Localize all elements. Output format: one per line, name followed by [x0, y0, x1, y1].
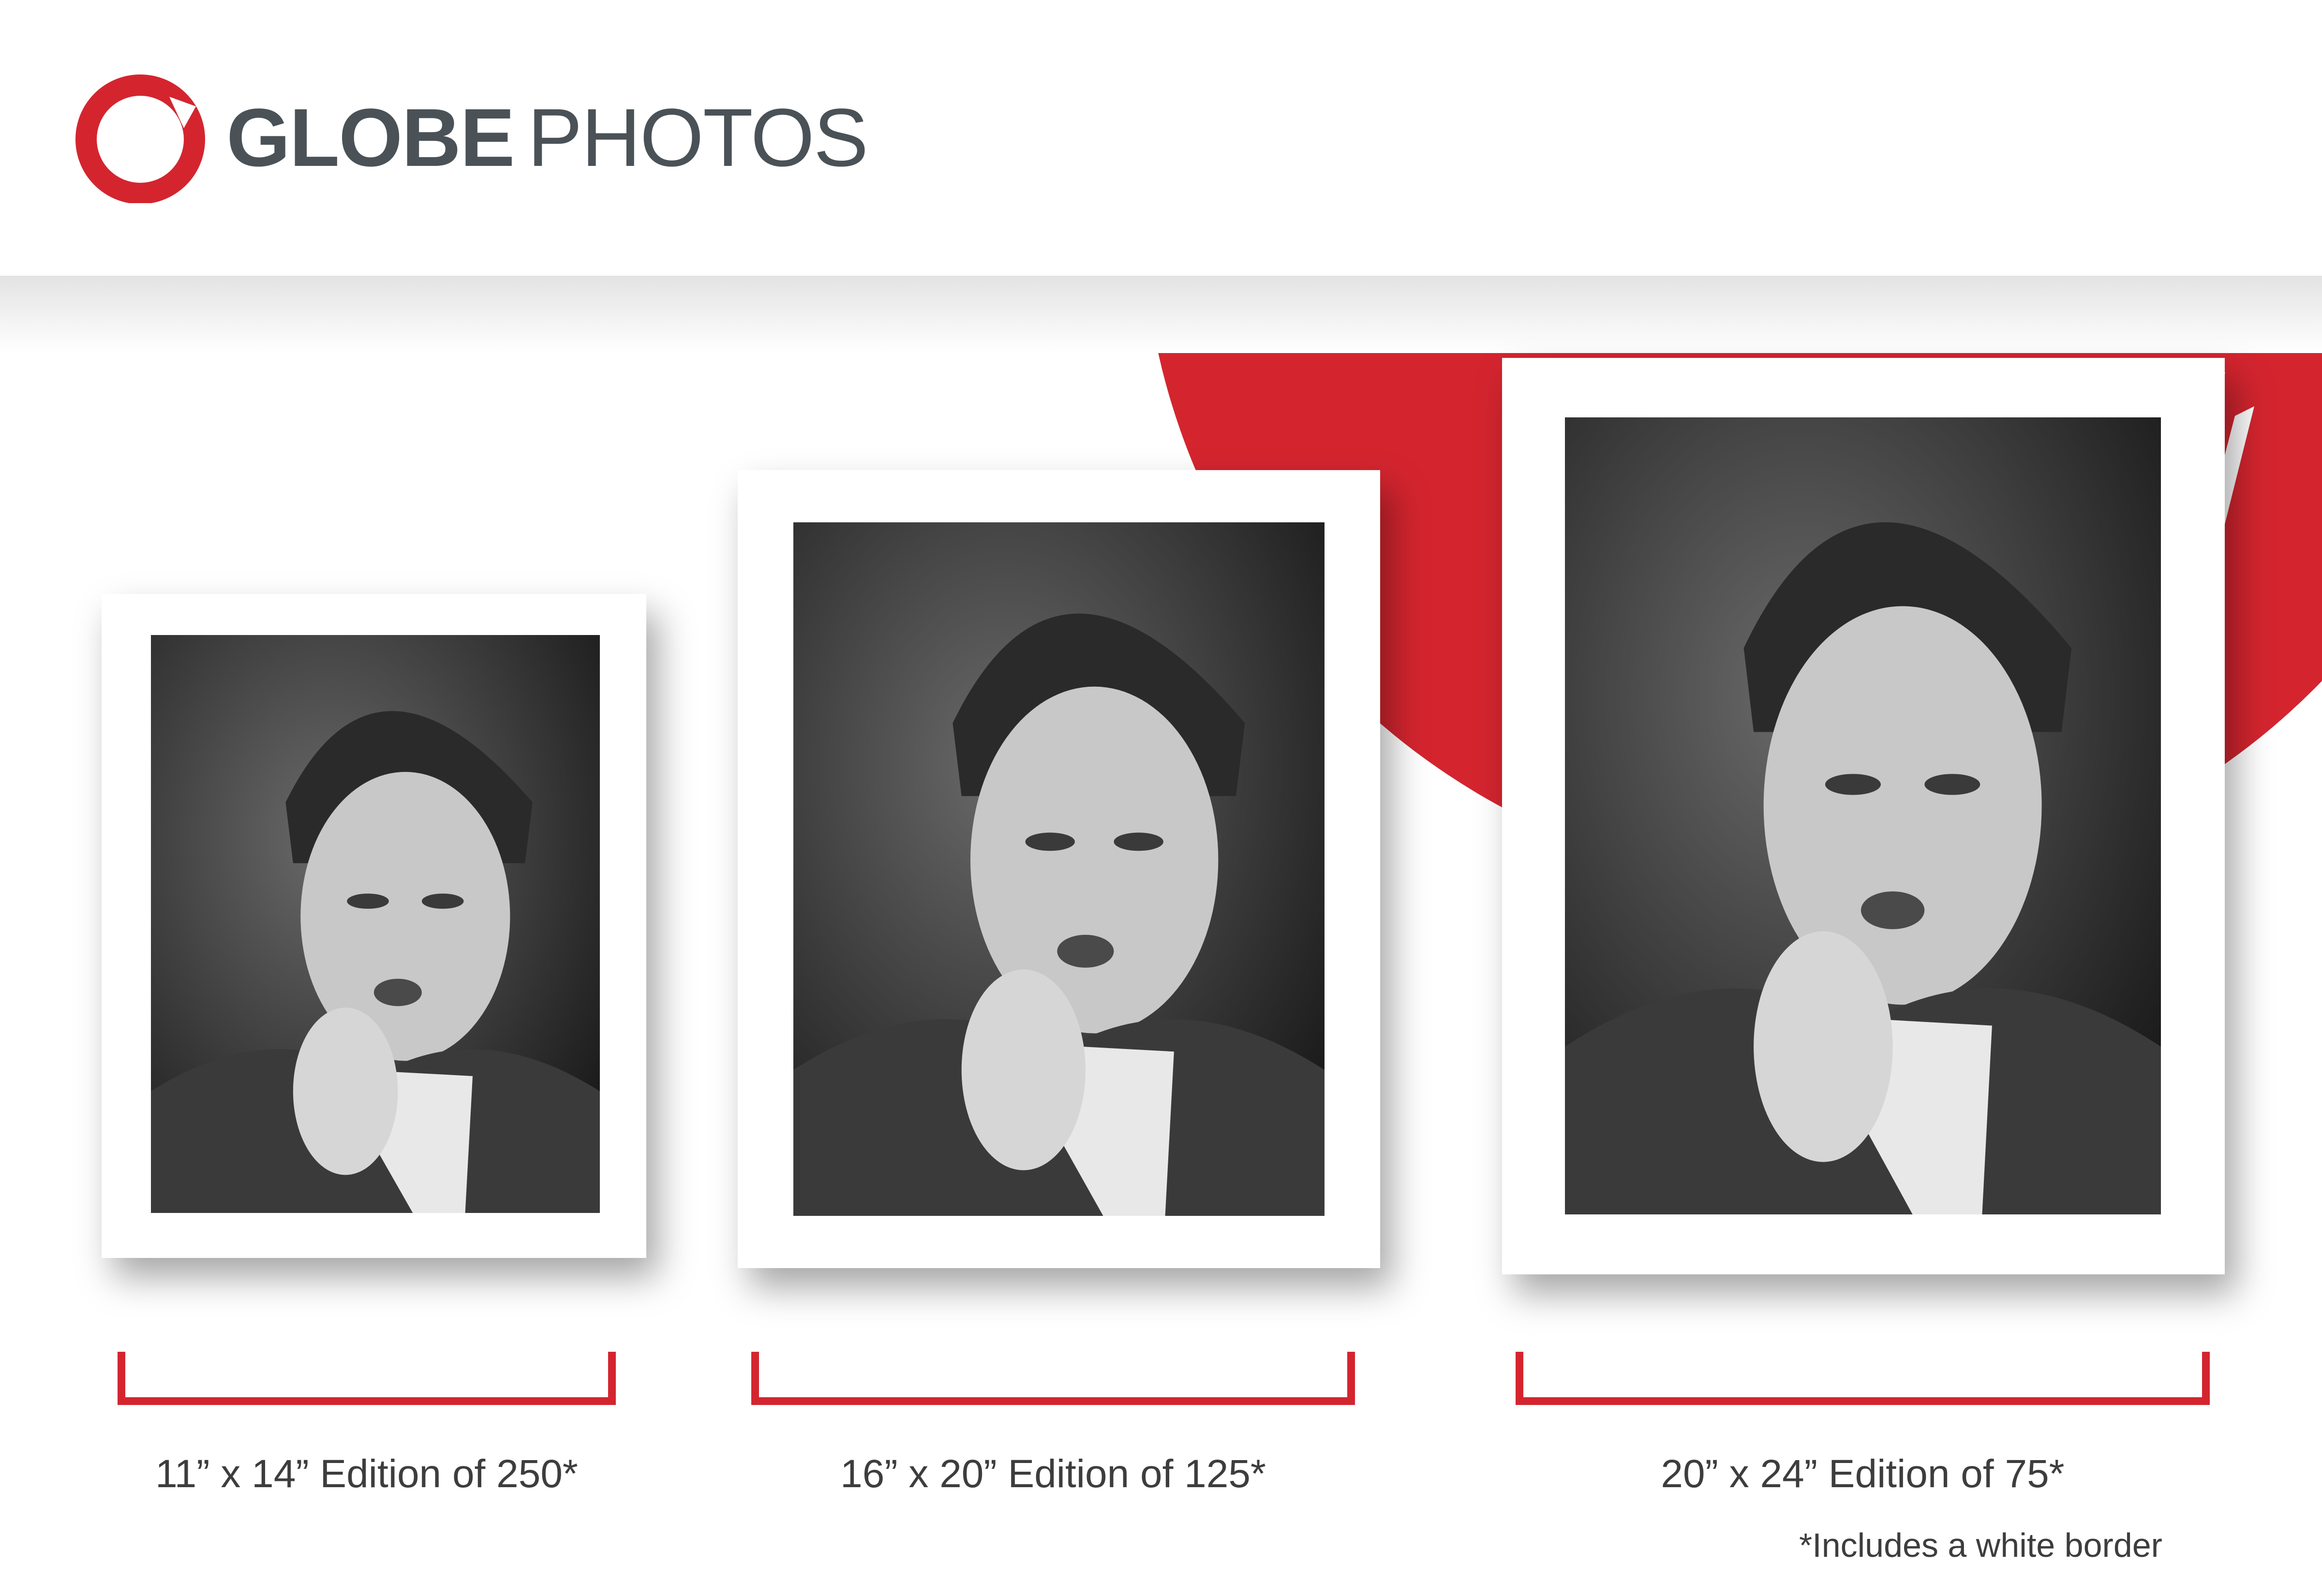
- brand-name-bold: GLOBE: [226, 92, 515, 184]
- portrait-photo: [1565, 417, 2161, 1214]
- print-caption-large: 20” x 24” Edition of 75*: [1661, 1452, 2065, 1496]
- print-caption-small: 11” x 14” Edition of 250*: [155, 1452, 578, 1496]
- size-bracket-large: [1516, 1352, 2210, 1405]
- brand-name-light: PHOTOS: [527, 92, 868, 184]
- header: GLOBE PHOTOS: [0, 0, 2322, 276]
- print-caption-medium: 16” x 20” Edition of 125*: [840, 1452, 1266, 1496]
- footnote: *Includes a white border: [1799, 1526, 2162, 1564]
- portrait-photo: [793, 522, 1325, 1216]
- globe-photos-logo-icon: [75, 73, 206, 204]
- print-frame-small: [102, 594, 646, 1258]
- brand-name: GLOBE PHOTOS: [226, 89, 868, 186]
- portrait-photo: [151, 635, 600, 1213]
- print-frame-medium: [738, 470, 1380, 1268]
- size-bracket-medium: [751, 1352, 1355, 1405]
- header-shadow-band: [0, 276, 2322, 353]
- print-frame-large: [1502, 358, 2225, 1274]
- size-bracket-small: [118, 1352, 616, 1405]
